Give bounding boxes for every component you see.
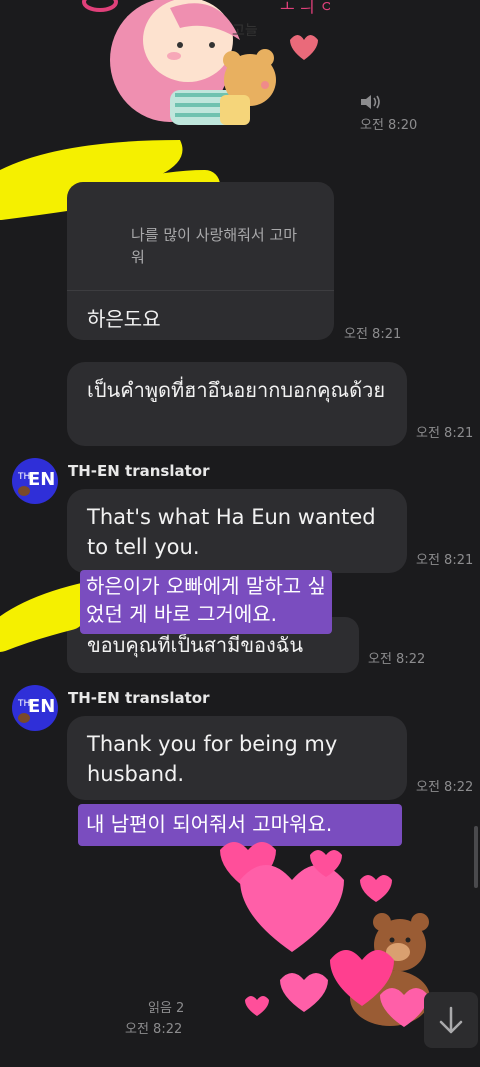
translation-overlay: 하은이가 오빠에게 말하고 싶었던 게 바로 그거에요. bbox=[80, 570, 332, 634]
translator-avatar[interactable]: TH EN bbox=[12, 685, 58, 731]
message-text: เป็นคำพูดที่ฮาอึนอยากบอกคุณด้วย bbox=[87, 378, 386, 402]
message-time: 오전 8:22 bbox=[368, 652, 426, 667]
message-time: 오전 8:21 bbox=[344, 327, 402, 342]
scrollbar[interactable] bbox=[474, 826, 478, 888]
message-text: That's what Ha Eun wanted to tell you. bbox=[87, 505, 376, 559]
message-text: 하은도요 bbox=[87, 307, 161, 331]
translator-avatar[interactable]: TH EN bbox=[12, 458, 58, 504]
sticker-bear-with-hearts bbox=[220, 842, 430, 1027]
message-bubble[interactable]: That's what Ha Eun wanted to tell you. bbox=[67, 489, 407, 573]
message-bubble[interactable]: Thank you for being my husband. bbox=[67, 716, 407, 800]
message-bubble[interactable]: เป็นคำพูดที่ฮาอึนอยากบอกคุณด้วย bbox=[67, 362, 407, 446]
sticker-label: 고늘 bbox=[232, 23, 258, 39]
scroll-down-button[interactable] bbox=[424, 992, 478, 1048]
sender-name: TH-EN translator bbox=[68, 462, 210, 480]
svg-text:ㅗ ㅢ ㅇ ㅣ ㅓ ㅢ: ㅗ ㅢ ㅇ ㅣ ㅓ ㅢ bbox=[280, 0, 330, 16]
scroll-down-icon bbox=[439, 1006, 463, 1034]
message-time: 오전 8:20 bbox=[360, 118, 418, 133]
message-time: 오전 8:22 bbox=[125, 1022, 183, 1037]
reply-bubble[interactable]: 나를 많이 사랑해줘서 고마워 하은도요 bbox=[67, 182, 334, 340]
sender-name: TH-EN translator bbox=[68, 689, 210, 707]
message-time: 오전 8:21 bbox=[416, 426, 474, 441]
speaker-icon[interactable] bbox=[360, 94, 382, 110]
quote-divider bbox=[67, 290, 334, 291]
sticker-girl-hugging-bear: ㅗ ㅢ ㅇ ㅣ ㅓ ㅢ bbox=[82, 0, 330, 125]
message-time: 오전 8:22 bbox=[416, 780, 474, 795]
message-time: 오전 8:21 bbox=[416, 553, 474, 568]
quoted-message: 나를 많이 사랑해줘서 고마워 bbox=[131, 226, 298, 266]
message-text: Thank you for being my husband. bbox=[87, 732, 338, 786]
read-count: 읽음 2 bbox=[148, 1001, 185, 1016]
